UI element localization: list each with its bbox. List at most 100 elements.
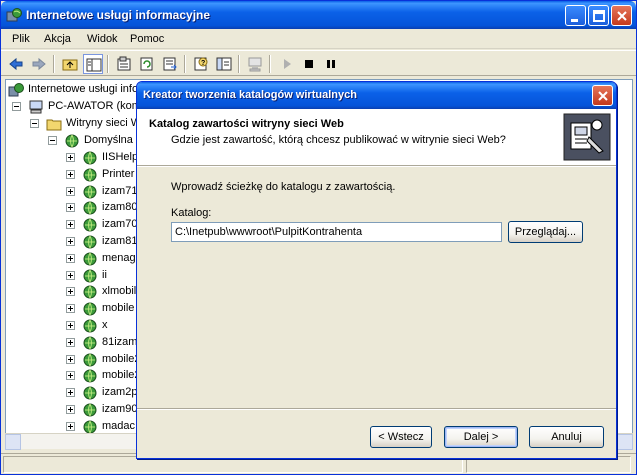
console-icon [216, 57, 232, 71]
virtual-directory-icon [83, 285, 97, 299]
tree-child-label: xlmobil [102, 285, 137, 298]
expand-toggle[interactable] [66, 169, 75, 179]
tree-child-label: menag [102, 251, 136, 264]
menu-action[interactable]: Akcja [44, 33, 71, 45]
expand-toggle[interactable] [66, 220, 75, 230]
close-button[interactable] [611, 5, 632, 26]
main-titlebar[interactable]: Internetowe usługi informacyjne [1, 1, 636, 29]
stop-button[interactable] [299, 54, 319, 74]
show-tree-icon [86, 58, 102, 72]
virtual-directory-icon [83, 336, 97, 350]
pause-button[interactable] [321, 54, 341, 74]
dialog-header: Katalog zawartości witryny sieci Web Gdz… [137, 109, 616, 166]
wizard-icon [563, 113, 611, 161]
toolbar-separator [269, 55, 271, 73]
expand-toggle[interactable] [66, 371, 75, 381]
computer-button[interactable] [245, 54, 265, 74]
tree-child-label: izam2p [102, 386, 138, 399]
expand-toggle[interactable] [66, 270, 75, 280]
console-tree-button[interactable] [214, 54, 234, 74]
minimize-button[interactable] [565, 5, 586, 26]
expand-toggle[interactable] [66, 354, 75, 364]
tree-sites-label: Witryny sieci W [66, 117, 142, 129]
expand-toggle[interactable] [66, 237, 75, 246]
virtual-directory-icon [83, 269, 97, 283]
virtual-directory-icon [83, 386, 97, 400]
up-folder-button[interactable] [60, 54, 80, 74]
start-button[interactable] [277, 54, 297, 74]
toolbar-separator [107, 55, 109, 73]
virtual-directory-icon [83, 201, 97, 215]
instruction-text: Wprowadź ścieżkę do katalogu z zawartośc… [171, 181, 396, 193]
refresh-button[interactable] [137, 54, 157, 74]
tree-default-site-label: Domyślna [84, 134, 133, 146]
expand-toggle[interactable] [66, 186, 75, 196]
computer-icon [29, 100, 43, 114]
expand-toggle[interactable] [66, 304, 75, 314]
menu-file[interactable]: Plik [12, 33, 30, 45]
menu-view[interactable]: Widok [87, 33, 118, 45]
menubar: Plik Akcja Widok Pomoc [1, 29, 636, 49]
toolbar-separator [184, 55, 186, 73]
properties-button[interactable] [114, 54, 134, 74]
expand-toggle[interactable] [66, 388, 75, 398]
expand-toggle[interactable] [66, 321, 75, 330]
show-tree-button[interactable] [83, 54, 103, 74]
expand-toggle[interactable] [66, 421, 75, 431]
dialog-titlebar[interactable]: Kreator tworzenia katalogów wirtualnych [137, 82, 616, 109]
maximize-button[interactable] [588, 5, 609, 26]
toolbar-separator [238, 55, 240, 73]
expand-toggle[interactable] [66, 405, 75, 414]
back-button[interactable] [6, 54, 26, 74]
virtual-directory-icon [83, 218, 97, 232]
tree-child-label: izam90 [102, 403, 138, 415]
minimize-icon [571, 19, 578, 22]
refresh-icon [140, 57, 153, 71]
tree-child-label: Printer [102, 167, 135, 180]
tree-child-label: 81izam [102, 335, 138, 348]
expand-toggle[interactable] [66, 253, 75, 263]
directory-path-input[interactable] [171, 222, 502, 242]
dialog-title: Kreator tworzenia katalogów wirtualnych [143, 89, 357, 101]
toolbar: ? [1, 50, 636, 76]
expand-toggle[interactable] [66, 153, 75, 162]
toolbar-separator [53, 55, 55, 73]
virtual-directory-icon [83, 353, 97, 367]
virtual-directory-icon [83, 403, 97, 417]
collapse-toggle[interactable] [12, 102, 21, 111]
scroll-right-arrow[interactable] [617, 434, 633, 450]
tree-root-label: Internetowe usługi info [28, 83, 139, 95]
cancel-button[interactable]: Anuluj [529, 426, 604, 448]
tree-child-label: izam71 [102, 184, 138, 197]
expand-toggle[interactable] [66, 337, 75, 347]
stop-icon [305, 60, 313, 68]
collapse-toggle[interactable] [30, 119, 39, 128]
back-button[interactable]: < Wstecz [370, 426, 432, 448]
next-button[interactable]: Dalej > [444, 426, 518, 448]
help-button[interactable]: ? [191, 54, 211, 74]
folder-icon [46, 119, 62, 131]
forward-button[interactable] [29, 54, 49, 74]
properties-icon [117, 56, 131, 71]
tree-child-label: x [102, 319, 108, 331]
menu-help[interactable]: Pomoc [130, 33, 164, 45]
tree-child-label: mobile [102, 302, 135, 315]
browse-button[interactable]: Przeglądaj... [508, 221, 583, 243]
collapse-toggle[interactable] [48, 136, 57, 145]
scroll-left-arrow[interactable] [5, 434, 21, 450]
virtual-directory-icon [83, 319, 97, 333]
iis-root-icon [8, 83, 24, 97]
virtual-directory-icon [83, 369, 97, 383]
computer-icon [248, 57, 262, 72]
play-icon [284, 59, 291, 69]
up-folder-icon [62, 59, 78, 71]
dialog-close-button[interactable] [592, 85, 613, 106]
expand-toggle[interactable] [66, 203, 75, 213]
expand-toggle[interactable] [66, 287, 75, 297]
export-button[interactable] [160, 54, 180, 74]
tree-child-label: ii [102, 268, 107, 281]
virtual-directory-icon [83, 151, 97, 165]
virtual-directory-icon [83, 168, 97, 182]
tree-child-label: IISHelp [102, 151, 139, 163]
help-icon: ? [194, 57, 208, 71]
